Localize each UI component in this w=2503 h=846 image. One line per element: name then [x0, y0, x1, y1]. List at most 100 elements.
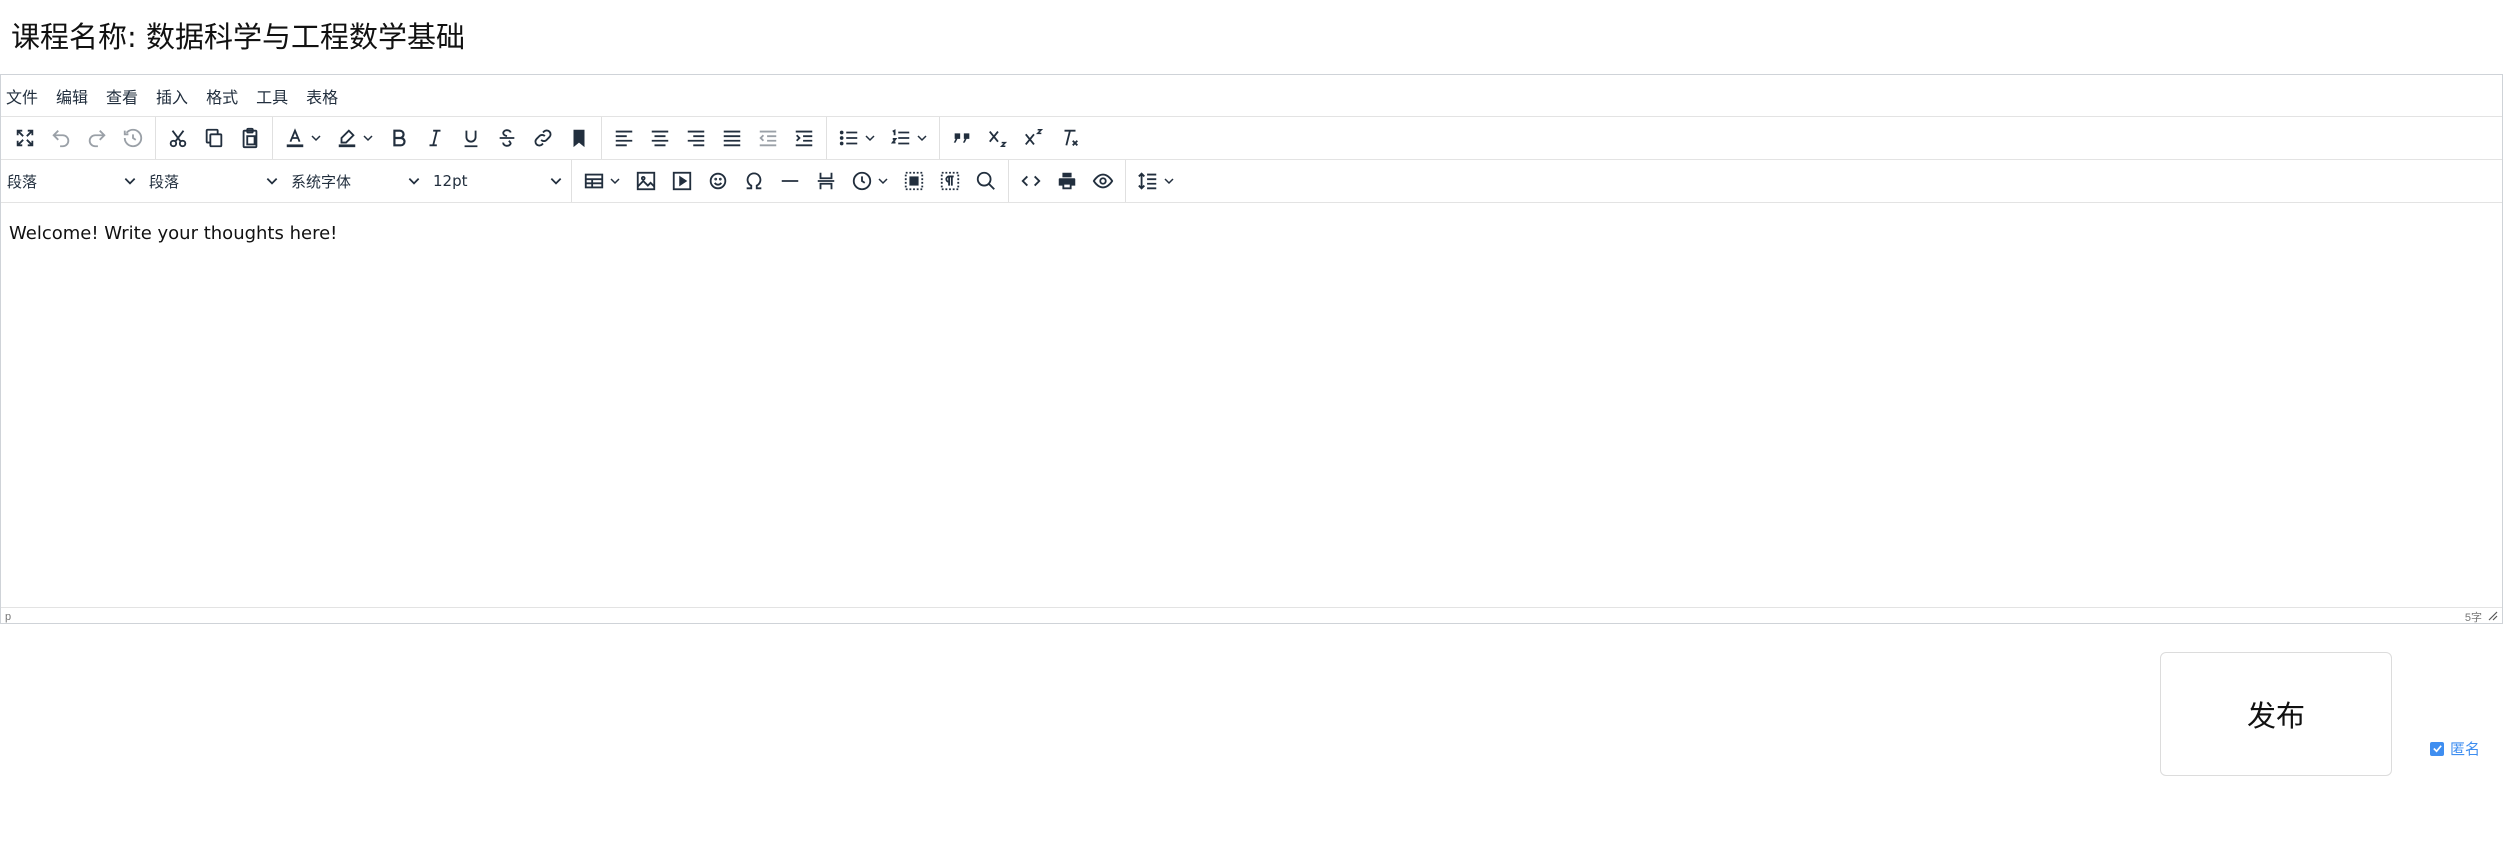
numbered-list-icon — [890, 129, 910, 145]
editor-toolbar-row-2: 段落 段落 系统字体 12pt — [1, 160, 2502, 203]
clear-formatting-button[interactable] — [1052, 121, 1088, 155]
line-height-group — [1126, 160, 1186, 202]
blockquote-button[interactable] — [944, 121, 980, 155]
underline-button[interactable] — [453, 121, 489, 155]
bullet-list-icon — [839, 130, 858, 146]
paragraph-value: 段落 — [149, 172, 180, 191]
paste-button[interactable] — [232, 121, 268, 155]
check-icon — [2432, 745, 2442, 753]
checkbox-checked[interactable] — [2430, 741, 2444, 756]
block-format-select[interactable]: 段落 — [3, 164, 145, 198]
menu-file[interactable]: 文件 — [6, 84, 38, 108]
font-size-select[interactable]: 12pt — [429, 164, 571, 198]
paragraph-select[interactable]: 段落 — [145, 164, 287, 198]
align-center-button[interactable] — [642, 121, 678, 155]
font-size-value: 12pt — [433, 172, 468, 190]
fullscreen-icon — [16, 129, 34, 147]
strikethrough-button[interactable] — [489, 121, 525, 155]
chevron-down-icon — [408, 178, 420, 185]
redo-button[interactable] — [79, 121, 115, 155]
menu-view[interactable]: 查看 — [106, 84, 138, 108]
superscript-icon — [1025, 129, 1044, 145]
subscript-button[interactable] — [980, 121, 1016, 155]
emoticons-button[interactable] — [700, 164, 736, 198]
source-code-button[interactable] — [1013, 164, 1049, 198]
anchor-button[interactable] — [561, 121, 597, 155]
special-character-button[interactable] — [736, 164, 772, 198]
menu-format[interactable]: 格式 — [206, 84, 238, 108]
highlight-color-button[interactable] — [329, 121, 381, 155]
outdent-icon — [759, 130, 777, 147]
insert-image-button[interactable] — [628, 164, 664, 198]
page-break-icon — [817, 172, 835, 190]
subscript-icon — [989, 131, 1008, 147]
publish-button[interactable]: 发布 — [2160, 652, 2392, 776]
link-icon — [534, 129, 552, 147]
printer-icon — [1058, 172, 1076, 190]
table-button[interactable] — [576, 164, 628, 198]
bold-icon — [393, 129, 406, 147]
bold-button[interactable] — [381, 121, 417, 155]
misc-format-group — [940, 117, 1092, 159]
history-group — [3, 117, 156, 159]
link-button[interactable] — [525, 121, 561, 155]
preview-button[interactable] — [1085, 164, 1121, 198]
print-button[interactable] — [1049, 164, 1085, 198]
chevron-down-icon — [1164, 178, 1174, 185]
page-break-button[interactable] — [808, 164, 844, 198]
align-justify-icon — [723, 130, 741, 147]
menu-table[interactable]: 表格 — [306, 84, 338, 108]
anonymous-checkbox[interactable]: 匿名 — [2430, 738, 2480, 759]
superscript-button[interactable] — [1016, 121, 1052, 155]
alignment-group — [602, 117, 827, 159]
block-select-group: 段落 段落 系统字体 12pt — [3, 160, 572, 202]
strikethrough-icon — [499, 129, 515, 147]
menu-edit[interactable]: 编辑 — [56, 84, 88, 108]
editor-paragraph[interactable]: Welcome! Write your thoughts here! — [9, 223, 2494, 244]
restore-draft-button[interactable] — [115, 121, 151, 155]
copy-button[interactable] — [196, 121, 232, 155]
chevron-down-icon — [311, 135, 321, 142]
word-count[interactable]: 5字 — [2465, 609, 2482, 625]
font-family-select[interactable]: 系统字体 — [287, 164, 429, 198]
align-justify-button[interactable] — [714, 121, 750, 155]
align-right-button[interactable] — [678, 121, 714, 155]
line-height-button[interactable] — [1130, 164, 1182, 198]
align-left-button[interactable] — [606, 121, 642, 155]
visual-blocks-button[interactable] — [896, 164, 932, 198]
numbered-list-button[interactable] — [883, 121, 935, 155]
resize-handle[interactable] — [2486, 609, 2498, 624]
text-color-button[interactable] — [277, 121, 329, 155]
menu-insert[interactable]: 插入 — [156, 84, 188, 108]
editor-statusbar: p 5字 — [1, 607, 2502, 625]
align-center-icon — [651, 130, 669, 147]
chevron-down-icon — [917, 135, 927, 142]
scissors-icon — [169, 130, 187, 148]
anonymous-label: 匿名 — [2450, 740, 2481, 758]
horizontal-line-button[interactable] — [772, 164, 808, 198]
highlighter-icon — [338, 129, 356, 148]
search-replace-button[interactable] — [968, 164, 1004, 198]
horizontal-line-icon — [781, 180, 799, 182]
insert-datetime-button[interactable] — [844, 164, 896, 198]
element-path[interactable]: p — [5, 611, 11, 623]
text-color-icon — [286, 128, 304, 148]
editor-content-area[interactable]: Welcome! Write your thoughts here! — [1, 203, 2502, 607]
cut-button[interactable] — [160, 121, 196, 155]
indent-button[interactable] — [786, 121, 822, 155]
italic-icon — [429, 129, 441, 147]
visual-chars-button[interactable] — [932, 164, 968, 198]
menu-tools[interactable]: 工具 — [256, 84, 288, 108]
outdent-button[interactable] — [750, 121, 786, 155]
italic-button[interactable] — [417, 121, 453, 155]
paragraph-mark-icon — [940, 171, 960, 191]
fullscreen-button[interactable] — [7, 121, 43, 155]
bullet-list-button[interactable] — [831, 121, 883, 155]
view-group — [1009, 160, 1126, 202]
clipboard-icon — [242, 127, 258, 149]
undo-button[interactable] — [43, 121, 79, 155]
insert-media-button[interactable] — [664, 164, 700, 198]
bookmark-icon — [573, 129, 585, 148]
copy-icon — [205, 128, 223, 148]
clock-icon — [852, 171, 872, 191]
